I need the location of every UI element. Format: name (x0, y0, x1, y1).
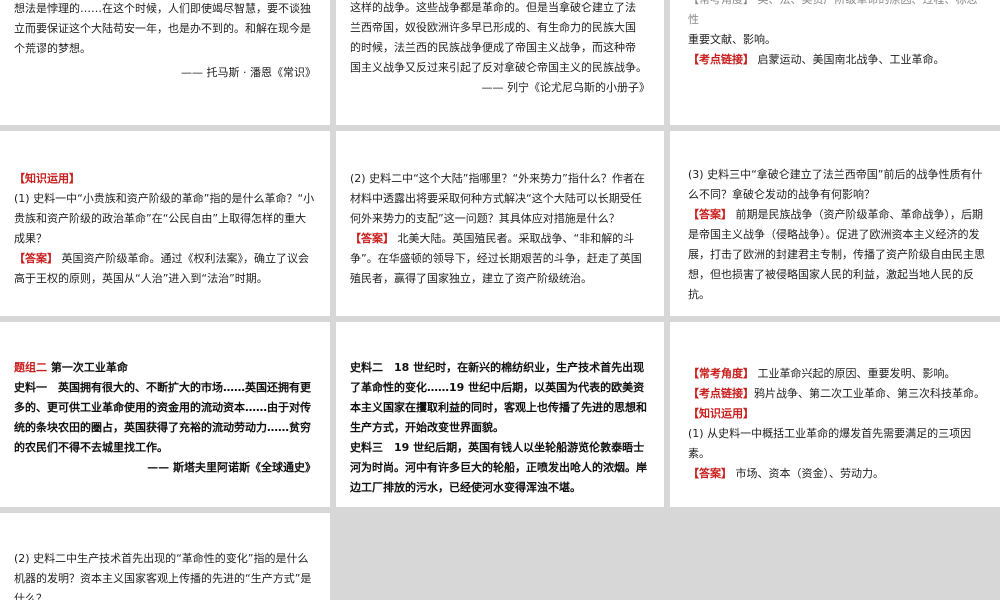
source-paragraph: 史料一 英国拥有很大的、不断扩大的市场……英国还拥有更多的、更可供工业革命使用的… (14, 378, 316, 458)
changkao-tag: 【常考角度】 (688, 367, 754, 380)
text-line: 兰西帝国，奴役欧洲许多早已形成的、有生命力的民族大国 (350, 21, 636, 34)
changkao-text: 工业革命兴起的原因、重要发明、影响。 (754, 367, 956, 380)
question-text: (2) 史料二中生产技术首先出现的“革命性的变化”指的是什么机器的发明？资本主义… (14, 552, 312, 600)
answer-text: 北美大陆。英国殖民者。采取战争、“非和解的斗争”。在华盛顿的领导下，经过长期艰苦… (350, 232, 642, 285)
card-c4: 【知识运用】 (1) 史料一中“小贵族和资产阶级的革命”指的是什么革命？“小贵族… (0, 131, 330, 316)
question-text: (1) 从史料一中概括工业革命的爆发首先需要满足的三项因素。 (688, 427, 972, 460)
card-c1: 想法是悖理的……在这个时候，人们即使竭尽智慧，要不谈独 立而要保证这个大陆苟安一… (0, 0, 330, 125)
kaodian-tag: 【考点链接】 (688, 53, 754, 66)
source-paragraph: 史料二 18 世纪时，在新兴的棉纺织业，生产技术首先出现了革命性的变化……19 … (350, 358, 650, 438)
sl-label: 史料三 (350, 441, 383, 454)
question-text: (1) 史料一中“小贵族和资产阶级的革命”指的是什么革命？“小贵族和资产阶级的政… (14, 192, 315, 245)
card-c2: 这样的战争。这些战争都是革命的。但是当拿破仑建立了法 兰西帝国，奴役欧洲许多早已… (336, 0, 664, 125)
question-text: (2) 史料二中“这个大陆”指哪里？“外来势力”指什么？作者在材料中透露出将要采… (350, 172, 645, 225)
answer-tag: 【答案】 (14, 252, 58, 265)
group-title: 第一次工业革命 (47, 361, 128, 374)
text-line: 立而要保证这个大陆苟安一年，也是办不到的。和解在现今是 (14, 22, 311, 35)
card-c9: 【常考角度】 工业革命兴起的原因、重要发明、影响。 【考点链接】鸦片战争、第二次… (670, 322, 1000, 507)
sl-text: 19 世纪后期，英国有钱人以坐轮船游览伦敦泰晤士河为时尚。河中有许多巨大的轮船，… (350, 441, 647, 494)
answer-tag: 【答案】 (350, 232, 394, 245)
card-c5: (2) 史料二中“这个大陆”指哪里？“外来势力”指什么？作者在材料中透露出将要采… (336, 131, 664, 316)
zhishi-tag: 【知识运用】 (14, 172, 80, 185)
answer-paragraph: 【答案】 北美大陆。英国殖民者。采取战争、“非和解的斗争”。在华盛顿的领导下，经… (350, 229, 650, 289)
zhishi-tag: 【知识运用】 (688, 407, 754, 420)
kaodian-line: 【考点链接】鸦片战争、第二次工业革命、第三次科技革命。 (688, 384, 986, 404)
sl-label: 史料一 (14, 381, 47, 394)
text-line: 重要文献、影响。 (688, 33, 776, 46)
text-line: 想法是悖理的……在这个时候，人们即使竭尽智慧，要不谈独 (14, 2, 311, 15)
group-tag: 题组二 (14, 361, 47, 374)
answer-paragraph: 【答案】 英国资产阶级革命。通过《权利法案》，确立了议会高于王权的原则，英国从“… (14, 249, 316, 289)
card-c3: 【常考角度】 英、法、美资产阶级革命的原因、过程、标志性 重要文献、影响。 【考… (670, 0, 1000, 125)
kaodian-tag: 【考点链接】 (688, 387, 754, 400)
card-c7: 题组二 第一次工业革命 史料一 英国拥有很大的、不断扩大的市场……英国还拥有更多… (0, 322, 330, 507)
card-c6: (3) 史料三中“拿破仑建立了法兰西帝国”前后的战争性质有什么不同？拿破仑发动的… (670, 131, 1000, 316)
source-paragraph: 史料三 19 世纪后期，英国有钱人以坐轮船游览伦敦泰晤士河为时尚。河中有许多巨大… (350, 438, 650, 498)
group-heading: 题组二 第一次工业革命 (14, 358, 316, 378)
text-line: 国主义战争又反过来引起了反对拿破仑帝国主义的民族战争。 (350, 61, 647, 74)
source-citation: —— 托马斯 · 潘恩《常识》 (181, 66, 316, 79)
text-line: 这样的战争。这些战争都是革命的。但是当拿破仑建立了法 (350, 1, 636, 14)
answer-text: 市场、资本（资金）、劳动力。 (732, 467, 884, 480)
question-text: (3) 史料三中“拿破仑建立了法兰西帝国”前后的战争性质有什么不同？拿破仑发动的… (688, 168, 983, 201)
sl-text: 英国拥有很大的、不断扩大的市场……英国还拥有更多的、更可供工业革命使用的资金用的… (14, 381, 311, 454)
answer-text: 前期是民族战争（资产阶级革命、革命战争），后期是帝国主义战争（侵略战争）。促进了… (688, 208, 985, 301)
changkao-line: 【常考角度】 工业革命兴起的原因、重要发明、影响。 (688, 364, 986, 384)
sl-label: 史料二 (350, 361, 383, 374)
kaodian-text: 鸦片战争、第二次工业革命、第三次科技革命。 (754, 387, 985, 400)
answer-tag: 【答案】 (688, 208, 732, 221)
text-line: 的时候，法兰西的民族战争便成了帝国主义战争，而这种帝 (350, 41, 636, 54)
text-line: 个荒谬的梦想。 (14, 42, 91, 55)
answer-paragraph: 【答案】 前期是民族战争（资产阶级革命、革命战争），后期是帝国主义战争（侵略战争… (688, 205, 986, 305)
answer-paragraph: 【答案】 市场、资本（资金）、劳动力。 (688, 464, 986, 484)
source-citation: —— 列宁《论尤尼乌斯的小册子》 (481, 81, 651, 94)
card-c8: 史料二 18 世纪时，在新兴的棉纺织业，生产技术首先出现了革命性的变化……19 … (336, 322, 664, 507)
answer-tag: 【答案】 (688, 467, 732, 480)
source-citation: —— 斯塔夫里阿诺斯《全球通史》 (147, 461, 316, 474)
kaodian-line: 【考点链接】 启蒙运动、美国南北战争、工业革命。 (688, 50, 986, 70)
card-c10: (2) 史料二中生产技术首先出现的“革命性的变化”指的是什么机器的发明？资本主义… (0, 513, 330, 600)
sl-text: 18 世纪时，在新兴的棉纺织业，生产技术首先出现了革命性的变化……19 世纪中后… (350, 361, 647, 434)
kaodian-text: 启蒙运动、美国南北战争、工业革命。 (754, 53, 945, 66)
answer-text: 英国资产阶级革命。通过《权利法案》，确立了议会高于王权的原则，英国从“人治”进入… (14, 252, 309, 285)
cropped-line: 【常考角度】 英、法、美资产阶级革命的原因、过程、标志性 (688, 0, 978, 26)
